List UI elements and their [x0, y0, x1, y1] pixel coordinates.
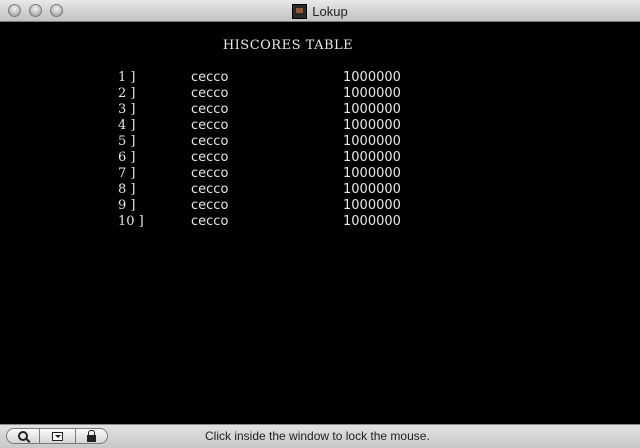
hiscore-row: 3 ] cecco 1000000	[0, 102, 640, 118]
title-bar[interactable]: Lokup	[0, 0, 640, 22]
hiscore-row: 5 ] cecco 1000000	[0, 134, 640, 150]
hiscore-rank: 4 ]	[118, 118, 136, 133]
hiscore-row: 1 ] cecco 1000000	[0, 70, 640, 86]
hiscore-rank: 3 ]	[118, 102, 136, 117]
hiscore-row: 10 ] cecco 1000000	[0, 214, 640, 230]
magnifier-icon	[18, 431, 28, 441]
hiscore-row: 4 ] cecco 1000000	[0, 118, 640, 134]
hiscore-rank: 10 ]	[118, 214, 144, 229]
hiscore-name: cecco	[191, 86, 229, 101]
hiscore-row: 9 ] cecco 1000000	[0, 198, 640, 214]
game-screen[interactable]: HISCORES TABLE 1 ] cecco 1000000 2 ] cecco 10…	[0, 22, 640, 424]
options-menu-button[interactable]	[40, 428, 76, 444]
title-group: Lokup	[0, 0, 640, 22]
status-bar: Click inside the window to lock the mous…	[0, 424, 640, 448]
hiscore-score: 1000000	[343, 102, 401, 117]
hiscore-name: cecco	[191, 118, 229, 133]
hiscore-name: cecco	[191, 198, 229, 213]
hiscore-rank: 9 ]	[118, 198, 136, 213]
hiscore-row: 6 ] cecco 1000000	[0, 150, 640, 166]
hiscore-score: 1000000	[343, 150, 401, 165]
mouse-lock-button[interactable]	[76, 428, 108, 444]
hiscore-score: 1000000	[343, 214, 401, 229]
hiscore-rank: 8 ]	[118, 182, 136, 197]
hiscore-name: cecco	[191, 214, 229, 229]
hiscore-name: cecco	[191, 134, 229, 149]
app-window: Lokup HISCORES TABLE 1 ] cecco 1000000 2 ] c…	[0, 0, 640, 448]
hiscore-rank: 2 ]	[118, 86, 136, 101]
hiscore-score: 1000000	[343, 118, 401, 133]
window-title: Lokup	[312, 3, 348, 19]
hiscore-name: cecco	[191, 182, 229, 197]
hiscore-score: 1000000	[343, 182, 401, 197]
hiscore-row: 2 ] cecco 1000000	[0, 86, 640, 102]
status-message: Click inside the window to lock the mous…	[205, 429, 430, 443]
hiscore-rank: 7 ]	[118, 166, 136, 181]
hiscore-name: cecco	[191, 70, 229, 85]
hiscore-rank: 5 ]	[118, 134, 136, 149]
hiscore-row: 7 ] cecco 1000000	[0, 166, 640, 182]
hiscore-score: 1000000	[343, 134, 401, 149]
zoom-view-button[interactable]	[6, 428, 40, 444]
hiscore-name: cecco	[191, 102, 229, 117]
hiscore-score: 1000000	[343, 70, 401, 85]
hiscore-rank: 1 ]	[118, 70, 136, 85]
app-icon	[292, 3, 308, 19]
hiscore-rank: 6 ]	[118, 150, 136, 165]
lock-icon	[87, 429, 96, 442]
hiscore-row: 8 ] cecco 1000000	[0, 182, 640, 198]
hiscore-name: cecco	[191, 166, 229, 181]
drop-menu-icon	[52, 431, 63, 441]
hiscore-score: 1000000	[343, 166, 401, 181]
hiscore-name: cecco	[191, 150, 229, 165]
hiscore-score: 1000000	[343, 86, 401, 101]
hiscores-heading: HISCORES TABLE	[222, 38, 354, 53]
hiscore-score: 1000000	[343, 198, 401, 213]
